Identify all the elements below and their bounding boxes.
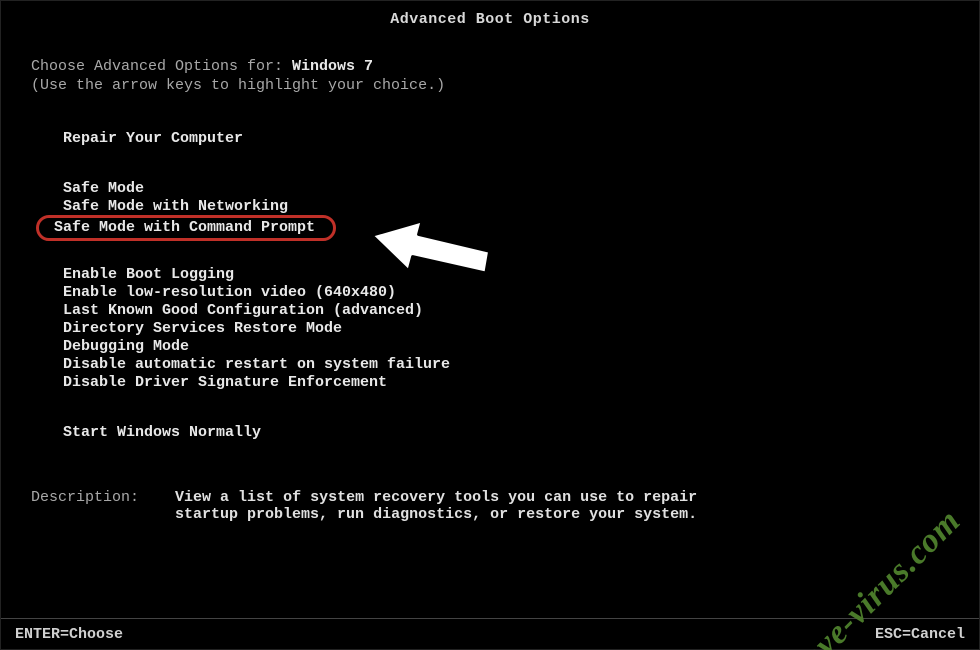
description-label: Description: <box>31 489 139 506</box>
option-low-res-video[interactable]: Enable low-resolution video (640x480) <box>51 283 408 303</box>
footer-divider <box>1 618 979 619</box>
option-last-known-good-config[interactable]: Last Known Good Configuration (advanced) <box>51 301 435 321</box>
choose-prompt: Choose Advanced Options for: Windows 7 <box>31 58 979 75</box>
description-line2: startup problems, run diagnostics, or re… <box>175 506 697 523</box>
option-repair-your-computer[interactable]: Repair Your Computer <box>51 129 255 149</box>
footer-enter: ENTER=Choose <box>15 626 123 643</box>
option-start-windows-normally[interactable]: Start Windows Normally <box>51 423 273 443</box>
description-block: Description: View a list of system recov… <box>31 489 979 523</box>
footer-esc: ESC=Cancel <box>875 626 965 643</box>
option-safe-mode[interactable]: Safe Mode <box>51 179 156 199</box>
instruction-line: (Use the arrow keys to highlight your ch… <box>31 77 979 94</box>
os-name: Windows 7 <box>292 58 373 75</box>
page-title: Advanced Boot Options <box>1 11 979 28</box>
choose-prefix: Choose Advanced Options for: <box>31 58 292 75</box>
option-enable-boot-logging[interactable]: Enable Boot Logging <box>51 265 246 285</box>
option-disable-driver-sig[interactable]: Disable Driver Signature Enforcement <box>51 373 399 393</box>
option-disable-auto-restart[interactable]: Disable automatic restart on system fail… <box>51 355 462 375</box>
footer-bar: ENTER=Choose ESC=Cancel <box>1 626 979 643</box>
option-directory-services-restore[interactable]: Directory Services Restore Mode <box>51 319 354 339</box>
option-safe-mode-command-prompt[interactable]: Safe Mode with Command Prompt <box>36 215 336 241</box>
boot-options-screen: Advanced Boot Options Choose Advanced Op… <box>0 0 980 650</box>
options-list: Repair Your Computer Safe Mode Safe Mode… <box>51 129 979 441</box>
option-debugging-mode[interactable]: Debugging Mode <box>51 337 201 357</box>
option-safe-mode-networking[interactable]: Safe Mode with Networking <box>51 197 300 217</box>
description-line1: View a list of system recovery tools you… <box>175 489 697 506</box>
